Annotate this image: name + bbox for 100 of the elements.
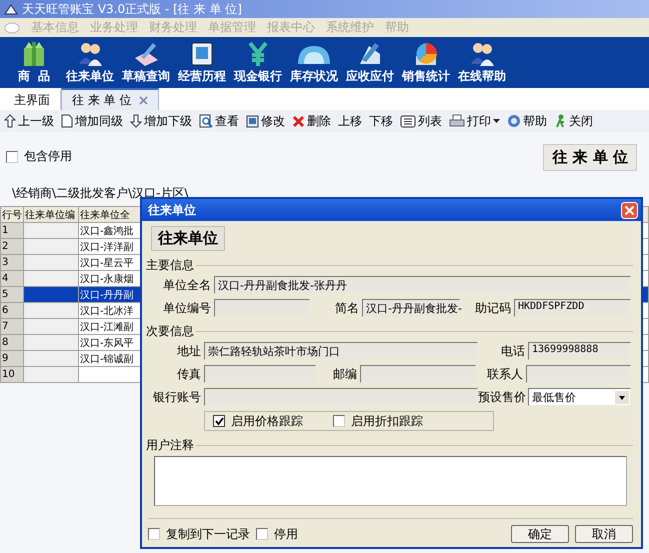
row-number[interactable]: 3	[0, 254, 24, 270]
table-cell: 汉口-永康烟	[80, 274, 134, 284]
document-icon	[61, 114, 73, 128]
group-title: 用户注释	[146, 437, 195, 454]
row-number[interactable]: 1	[0, 222, 24, 238]
monitor-icon	[189, 40, 215, 68]
row-number[interactable]: 4	[0, 270, 24, 286]
toolbar-button[interactable]: 应收应付	[344, 40, 396, 88]
field-label: 联系人	[486, 366, 524, 382]
heading-button[interactable]: 往来单位	[151, 226, 225, 251]
toolbar-label: 往来单位	[66, 68, 114, 85]
toolbar-label: 商 品	[18, 68, 50, 85]
row-number[interactable]: 7	[0, 318, 24, 334]
input-field[interactable]: 汉口-丹丹副食批发-	[362, 299, 460, 317]
table-cell: 汉口-鑫鸿批	[80, 226, 134, 236]
input-field[interactable]	[360, 365, 476, 383]
toolbar-label: 在线帮助	[458, 68, 506, 85]
toolbar-button[interactable]: 在线帮助	[456, 40, 508, 88]
field-label: 预设售价	[478, 388, 527, 406]
toolbar-label: 经营历程	[178, 68, 226, 85]
checkbox-box[interactable]	[256, 528, 268, 540]
close-icon[interactable]	[139, 96, 148, 104]
heading-button[interactable]: 往 来 单 位	[543, 144, 637, 171]
field-label: 助记码	[474, 300, 512, 316]
toolbar-label: 应收应付	[346, 68, 394, 85]
column-header[interactable]: 往来单位编	[24, 206, 78, 222]
input-field[interactable]: HKDDFSPFZDD	[514, 299, 631, 317]
input-field[interactable]	[204, 388, 478, 406]
column-header[interactable]: 行号	[0, 206, 24, 222]
toolbar-button[interactable]: 帮助	[507, 112, 547, 130]
checkbox-box[interactable]	[213, 415, 225, 427]
toolbar-button[interactable]: 经营历程	[176, 40, 228, 88]
input-field[interactable]: 崇仁路轻轨站茶叶市场门口	[204, 342, 478, 360]
list-icon	[400, 114, 416, 128]
toolbar-button[interactable]: 关闭	[554, 112, 593, 130]
toolbar-button[interactable]: 上一级	[4, 112, 54, 130]
checkbox-box[interactable]	[148, 528, 160, 540]
down-arrow-icon	[130, 114, 142, 128]
table-cell: 汉口-星云平	[80, 258, 134, 268]
price-dropdown[interactable]: 最低售价	[528, 388, 631, 406]
toolbar-button[interactable]: 列表	[400, 112, 442, 130]
table-cell: 汉口-洋洋副	[80, 242, 134, 252]
field-label: 简名	[334, 300, 360, 316]
row-number[interactable]: 9	[0, 350, 24, 366]
delete-icon	[292, 114, 305, 128]
checkbox[interactable]: 包含停用	[6, 148, 72, 165]
package-icon	[21, 40, 47, 68]
table-cell: 汉口-江滩副	[80, 322, 134, 332]
toolbar-button[interactable]: 销售统计	[400, 40, 452, 88]
pen-icon	[133, 40, 159, 68]
toolbar-button[interactable]: 商 品	[8, 40, 60, 88]
toolbar-button[interactable]: 往来单位	[64, 40, 116, 88]
row-number[interactable]: 5	[0, 286, 24, 302]
people-icon	[77, 40, 103, 68]
field-label: 传真	[176, 366, 202, 382]
pie-chart-icon	[413, 40, 439, 68]
toolbar-button[interactable]: 库存状况	[288, 40, 340, 88]
toolbar-button[interactable]: 增加下级	[130, 112, 192, 130]
toolbar-button[interactable]: 上移	[338, 112, 362, 130]
toolbar-button[interactable]: 下移	[369, 112, 393, 130]
checkbox[interactable]: 启用价格跟踪	[213, 412, 303, 430]
field-label: 银行账号	[152, 388, 202, 406]
dialog-button[interactable]: 取消	[575, 525, 633, 543]
menu-logo-icon	[4, 20, 20, 34]
app-icon	[4, 3, 18, 15]
notes-field[interactable]	[154, 456, 627, 506]
toolbar-label: 现金银行	[234, 68, 282, 85]
table-cell: 汉口-北冰洋	[80, 306, 134, 316]
help-icon	[507, 114, 521, 128]
printer-icon	[449, 114, 465, 128]
toolbar-button[interactable]: 草稿查询	[120, 40, 172, 88]
checkbox-box[interactable]	[333, 415, 345, 427]
field-label: 地址	[176, 342, 202, 360]
toolbar-button[interactable]: 打印	[449, 112, 500, 130]
dialog-button[interactable]: 确定	[511, 525, 569, 543]
toolbar-button[interactable]: 修改	[246, 112, 285, 130]
toolbar-label: 库存状况	[290, 68, 338, 85]
table-cell: 汉口-东风平	[80, 338, 134, 348]
input-field[interactable]: 13699998888	[528, 342, 631, 360]
window-title: 天天旺管账宝 V3.0正式版 - [往 来 单 位]	[22, 0, 242, 18]
input-field[interactable]	[204, 365, 316, 383]
toolbar-button[interactable]: 增加同级	[61, 112, 123, 130]
checkbox[interactable]: 复制到下一记录	[148, 526, 250, 542]
tab[interactable]: 往 来 单 位	[61, 88, 160, 110]
row-number[interactable]: 10	[0, 366, 24, 382]
checkbox[interactable]: 启用折扣跟踪	[333, 412, 423, 430]
checkbox-box[interactable]	[6, 150, 18, 162]
row-number[interactable]: 8	[0, 334, 24, 350]
input-field[interactable]	[526, 365, 631, 383]
toolbar-button[interactable]: 删除	[292, 112, 331, 130]
toolbar-label: 草稿查询	[122, 68, 170, 85]
caret-icon[interactable]	[493, 119, 500, 123]
toolbar-button[interactable]: 现金银行	[232, 40, 284, 88]
toolbar-button[interactable]: 查看	[199, 112, 239, 130]
group-title: 主要信息	[146, 257, 195, 274]
row-number[interactable]: 6	[0, 302, 24, 318]
row-number[interactable]: 2	[0, 238, 24, 254]
input-field[interactable]	[214, 299, 310, 317]
checkbox[interactable]: 停用	[256, 526, 298, 542]
input-field[interactable]: 汉口-丹丹副食批发-张丹丹	[214, 276, 631, 294]
